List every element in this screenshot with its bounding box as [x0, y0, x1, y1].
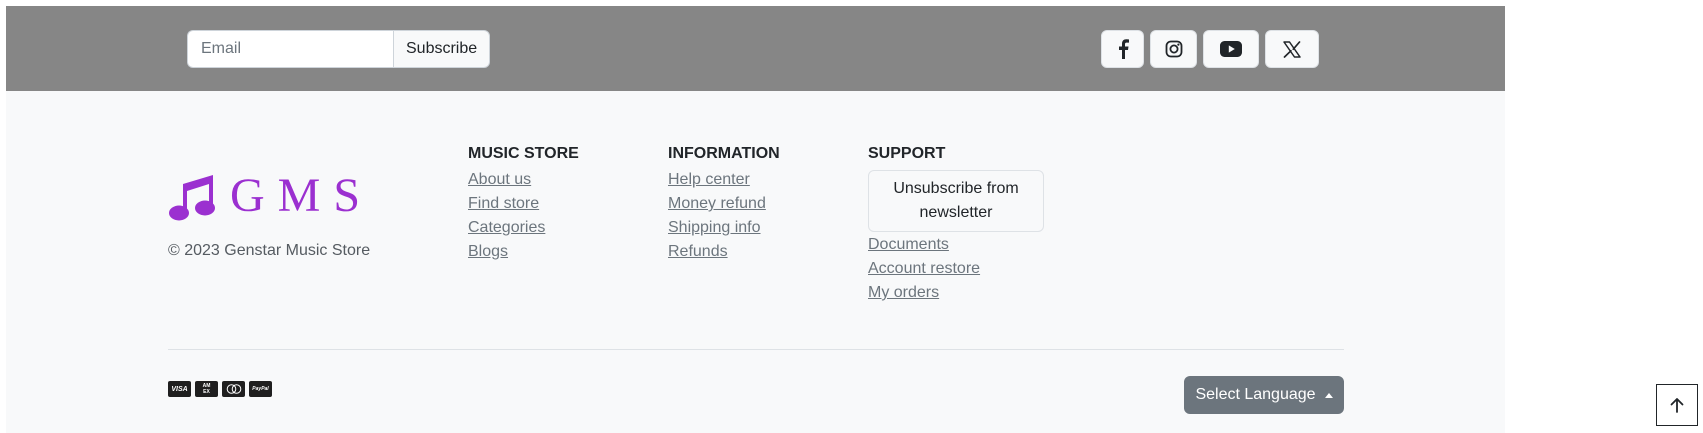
language-label: Select Language — [1195, 386, 1316, 403]
music-store-column: MUSIC STORE About us Find store Categori… — [468, 144, 579, 264]
information-column: INFORMATION Help center Money refund Shi… — [668, 144, 780, 264]
footer-divider — [168, 349, 1344, 350]
email-input[interactable] — [187, 30, 393, 68]
youtube-button[interactable] — [1203, 30, 1259, 68]
column-title: MUSIC STORE — [468, 145, 579, 162]
footer: Subscribe — [6, 6, 1505, 433]
amex-icon: AM EX — [195, 381, 218, 397]
facebook-icon — [1118, 39, 1129, 59]
payment-methods: VISA AM EX PayPal — [168, 381, 272, 397]
visa-icon: VISA — [168, 381, 191, 397]
facebook-button[interactable] — [1101, 30, 1144, 68]
paypal-icon: PayPal — [249, 381, 272, 397]
caret-up-icon — [1324, 392, 1333, 398]
link-my-orders[interactable]: My orders — [868, 284, 939, 301]
newsletter-bar: Subscribe — [6, 6, 1505, 91]
language-select-button[interactable]: Select Language — [1184, 376, 1344, 414]
subscribe-button[interactable]: Subscribe — [393, 30, 491, 68]
link-about-us[interactable]: About us — [468, 171, 531, 188]
link-find-store[interactable]: Find store — [468, 195, 539, 212]
link-blogs[interactable]: Blogs — [468, 243, 508, 260]
link-documents[interactable]: Documents — [868, 236, 949, 253]
support-column: SUPPORT Unsubscribe from newsletter Docu… — [868, 144, 1044, 305]
youtube-icon — [1220, 41, 1242, 57]
link-shipping-info[interactable]: Shipping info — [668, 219, 761, 236]
unsubscribe-button[interactable]: Unsubscribe from newsletter — [868, 170, 1044, 232]
back-to-top-button[interactable] — [1656, 384, 1698, 426]
copyright-text: © 2023 Genstar Music Store — [168, 242, 371, 259]
social-links — [1101, 30, 1319, 68]
column-title: SUPPORT — [868, 145, 946, 162]
link-account-restore[interactable]: Account restore — [868, 260, 980, 277]
x-button[interactable] — [1265, 30, 1319, 68]
link-money-refund[interactable]: Money refund — [668, 195, 766, 212]
link-refunds[interactable]: Refunds — [668, 243, 728, 260]
instagram-icon — [1165, 40, 1182, 58]
column-title: INFORMATION — [668, 145, 780, 162]
instagram-button[interactable] — [1150, 30, 1197, 68]
x-icon — [1283, 40, 1301, 58]
mastercard-icon — [222, 381, 245, 397]
music-note-icon — [169, 175, 215, 221]
brand-name: GMS — [230, 169, 374, 222]
brand-logo[interactable]: GMS — [168, 170, 373, 222]
link-categories[interactable]: Categories — [468, 219, 545, 236]
arrow-up-icon — [1670, 398, 1684, 413]
link-help-center[interactable]: Help center — [668, 171, 750, 188]
newsletter-form: Subscribe — [187, 30, 491, 68]
